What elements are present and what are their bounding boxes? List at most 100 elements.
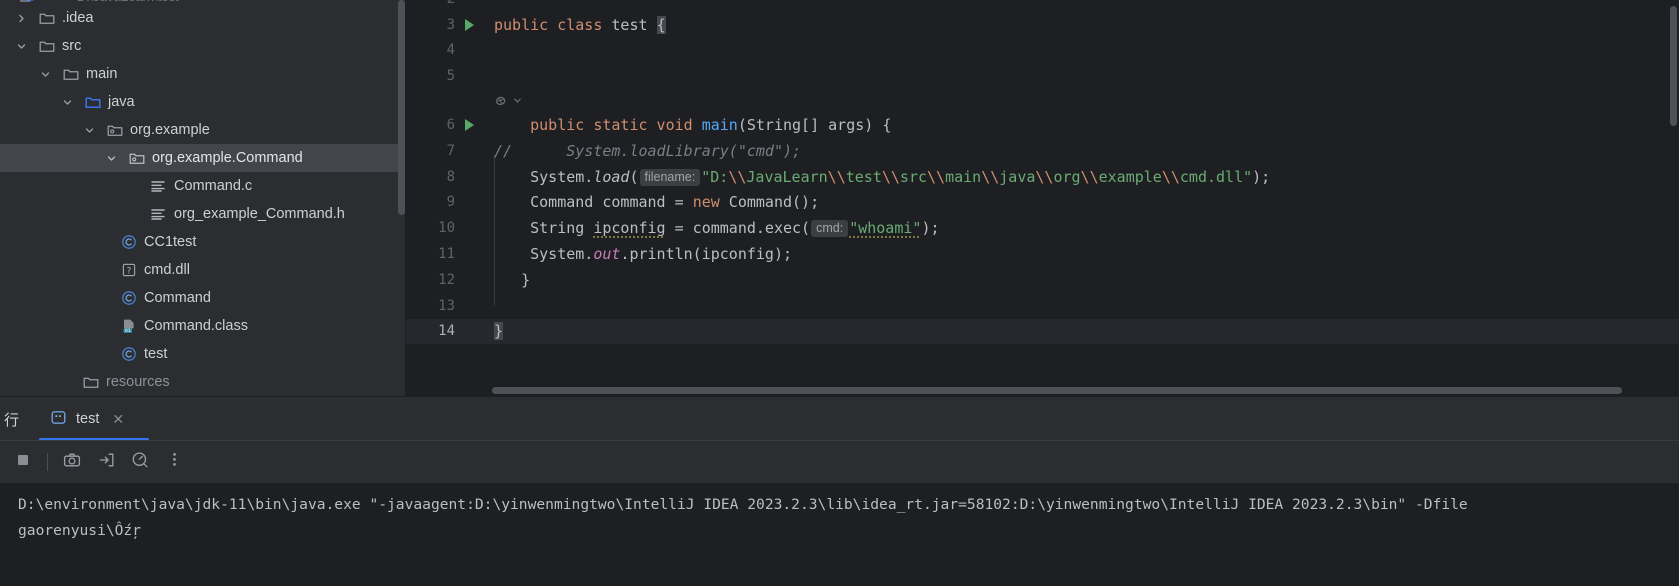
tree-row-java[interactable]: java bbox=[0, 88, 406, 116]
tree-item-label: resources bbox=[106, 373, 170, 390]
path-part: JavaLearn bbox=[746, 167, 828, 186]
chevron-down-icon[interactable] bbox=[13, 38, 30, 55]
chevron-down-icon[interactable] bbox=[81, 122, 98, 139]
editor-horizontal-scrollbar[interactable] bbox=[492, 387, 1622, 394]
bean-icon[interactable] bbox=[494, 94, 522, 108]
line-number: 9 bbox=[446, 194, 455, 211]
folder-icon bbox=[37, 37, 56, 56]
gauge-icon[interactable] bbox=[131, 451, 149, 473]
variable-ipconfig: ipconfig bbox=[593, 219, 666, 238]
profiler-button[interactable] bbox=[125, 447, 155, 477]
line-number: 14 bbox=[438, 323, 455, 340]
escape-seq: \\ bbox=[827, 167, 846, 186]
close-icon[interactable]: ✕ bbox=[112, 412, 124, 426]
toolbar-separator bbox=[47, 453, 48, 471]
code-text: } bbox=[491, 271, 530, 289]
code-text: public static void main(String[] args) { bbox=[491, 116, 891, 134]
escape-seq: \\ bbox=[981, 167, 1000, 186]
chevron-right-icon[interactable] bbox=[13, 10, 30, 27]
chevron-down-icon[interactable] bbox=[37, 66, 54, 83]
camera-icon[interactable] bbox=[63, 452, 81, 473]
code-line[interactable]: 2 bbox=[406, 0, 1679, 12]
open-brace: { bbox=[656, 15, 666, 34]
code-editor[interactable]: 2 3 public class test { 4 5 bbox=[406, 0, 1679, 396]
code-line[interactable]: 8 System.load(filename: "D:\\JavaLearn\\t… bbox=[406, 164, 1679, 190]
code-line[interactable]: 10 String ipconfig = command.exec(cmd: "w… bbox=[406, 215, 1679, 241]
tree-row-cc1test[interactable]: CC1test bbox=[0, 228, 406, 256]
tree-item-label: cmd.dll bbox=[144, 261, 190, 278]
editor-and-tree-area: test D:\JavaLearn\test .idea bbox=[0, 0, 1679, 396]
declaration: Command command = bbox=[530, 193, 693, 212]
tree-row-test[interactable]: test bbox=[0, 340, 406, 368]
tree-row-command-class[interactable]: 01 Command.class bbox=[0, 312, 406, 340]
run-tab-test[interactable]: test ✕ bbox=[38, 397, 138, 441]
code-line[interactable]: 12 } bbox=[406, 267, 1679, 293]
code-line[interactable]: 13 bbox=[406, 293, 1679, 319]
line-number: 8 bbox=[446, 168, 455, 185]
inlay-hint-row[interactable] bbox=[406, 89, 1679, 112]
console-output[interactable]: D:\environment\java\jdk-11\bin\java.exe … bbox=[0, 483, 1679, 586]
tree-item-label: org_example_Command.h bbox=[174, 205, 345, 222]
escape-seq: \\ bbox=[1161, 167, 1180, 186]
open-paren: ( bbox=[629, 167, 639, 186]
run-config-icon bbox=[50, 409, 67, 430]
tree-row-resources[interactable]: resources bbox=[0, 368, 406, 396]
code-line[interactable]: 9 Command command = new Command(); bbox=[406, 190, 1679, 216]
svg-text:01: 01 bbox=[124, 328, 130, 334]
tree-row-command-c[interactable]: Command.c bbox=[0, 172, 406, 200]
type-string: String bbox=[530, 219, 594, 238]
arrow-into-box-icon[interactable] bbox=[98, 452, 115, 473]
source-folder-icon bbox=[83, 93, 102, 112]
run-triangle-icon[interactable] bbox=[465, 119, 474, 132]
tree-row-src[interactable]: src bbox=[0, 32, 406, 60]
code-line[interactable]: 4 bbox=[406, 38, 1679, 64]
line-number: 13 bbox=[438, 297, 455, 314]
run-gutter-button[interactable] bbox=[461, 119, 491, 132]
run-tab-bar: 行 test ✕ bbox=[0, 397, 1679, 441]
tree-vertical-scrollbar[interactable] bbox=[398, 0, 405, 215]
line-number: 10 bbox=[438, 220, 455, 237]
code-line-current[interactable]: 14 } bbox=[406, 318, 1679, 345]
tree-item-label: org.example.Command bbox=[152, 149, 303, 166]
tree-row-main[interactable]: main bbox=[0, 60, 406, 88]
code-text: Command command = new Command(); bbox=[491, 193, 819, 211]
code-line[interactable]: 7 // System.loadLibrary("cmd"); bbox=[406, 138, 1679, 164]
code-line[interactable]: 3 public class test { bbox=[406, 12, 1679, 38]
close-brace-caret: } bbox=[494, 322, 504, 341]
comment-marker: // bbox=[494, 141, 513, 160]
code-line[interactable]: 6 public static void main(String[] args)… bbox=[406, 112, 1679, 138]
tree-row-org-example-command[interactable]: org.example.Command bbox=[0, 144, 406, 172]
tree-row-command[interactable]: Command bbox=[0, 284, 406, 312]
run-gutter-button[interactable] bbox=[461, 18, 491, 31]
editor-vertical-scrollbar[interactable] bbox=[1669, 0, 1679, 396]
code-line[interactable]: 5 bbox=[406, 63, 1679, 89]
tree-item-label: src bbox=[62, 37, 82, 54]
stop-square-icon[interactable] bbox=[15, 452, 31, 473]
export-button[interactable] bbox=[91, 447, 121, 477]
tree-row-org-example-command-h[interactable]: org_example_Command.h bbox=[0, 200, 406, 228]
path-part: main bbox=[945, 167, 982, 186]
vertical-dots-icon[interactable] bbox=[172, 451, 177, 473]
chevron-down-icon[interactable] bbox=[59, 94, 76, 111]
screenshot-button[interactable] bbox=[57, 447, 87, 477]
run-triangle-icon[interactable] bbox=[465, 18, 474, 31]
statement-end: ); bbox=[921, 219, 940, 238]
escape-seq: \\ bbox=[927, 167, 946, 186]
project-tree-panel[interactable]: test D:\JavaLearn\test .idea bbox=[0, 0, 406, 396]
statement-end: ); bbox=[1252, 167, 1271, 186]
tree-row-org-example[interactable]: org.example bbox=[0, 116, 406, 144]
scrollbar-thumb[interactable] bbox=[1670, 6, 1677, 126]
console-line-2: gaorenyusi\Ôźŗ bbox=[18, 522, 142, 539]
chevron-down-icon[interactable] bbox=[103, 150, 120, 167]
more-options-button[interactable] bbox=[159, 447, 189, 477]
tree-row-idea[interactable]: .idea bbox=[0, 4, 406, 32]
stop-button[interactable] bbox=[8, 447, 38, 477]
run-tab-label: test bbox=[76, 411, 100, 427]
tree-row-cmd-dll[interactable]: ? cmd.dll bbox=[0, 256, 406, 284]
field-out: out bbox=[593, 245, 621, 264]
system-ref: System. bbox=[530, 245, 594, 264]
method-name-main: main bbox=[701, 116, 738, 135]
run-toolbar bbox=[0, 441, 1679, 483]
run-tool-window: 行 test ✕ D:\environment\java\jdk-11\bin\… bbox=[0, 396, 1679, 586]
code-line[interactable]: 11 System.out.println(ipconfig); bbox=[406, 241, 1679, 267]
